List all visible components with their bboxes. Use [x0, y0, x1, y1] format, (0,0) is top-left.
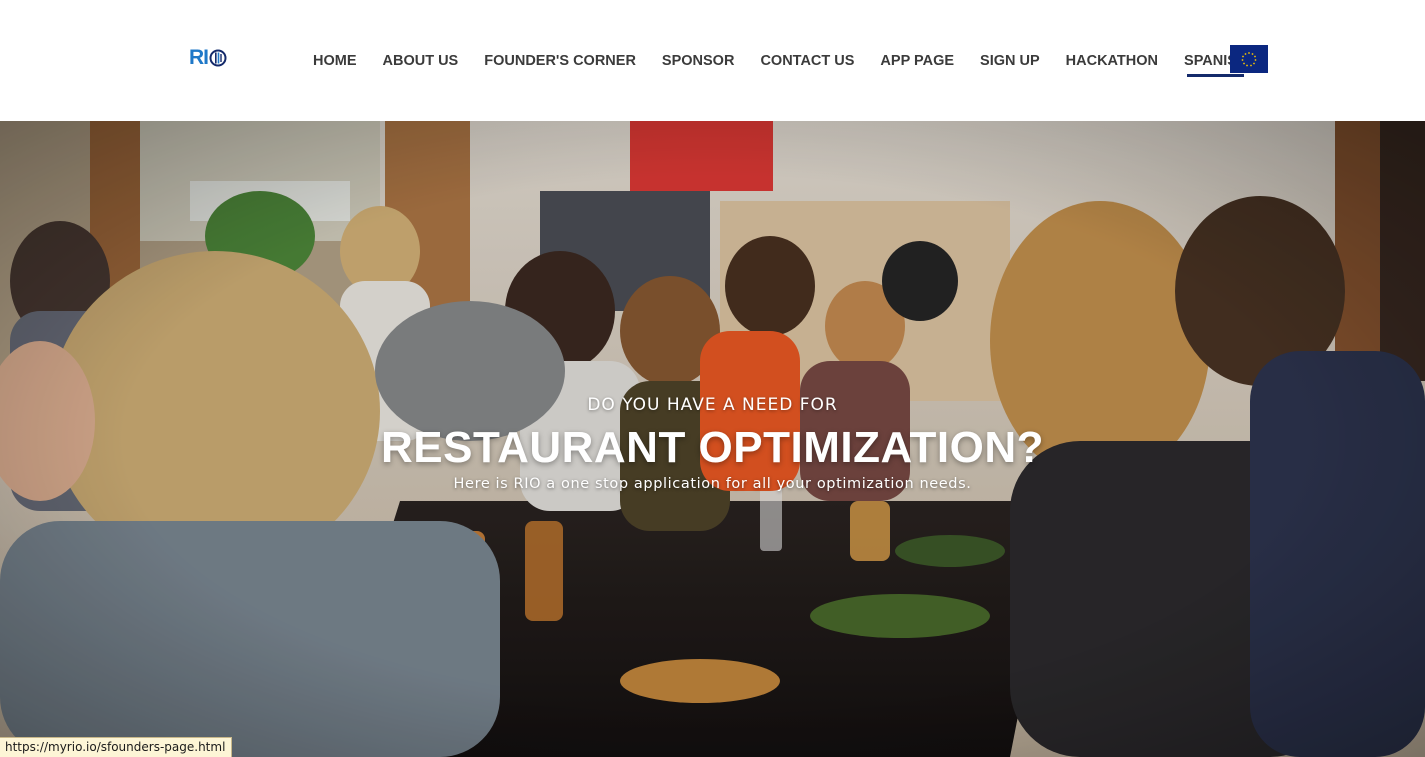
main-nav: HOME ABOUT US FOUNDER'S CORNER SPONSOR C… — [300, 50, 1260, 77]
nav-item-about-us[interactable]: ABOUT US — [370, 50, 472, 72]
site-header: RI HOME ABOUT US FOUNDER'S CORNER SPONSO… — [0, 0, 1425, 121]
eu-flag-icon[interactable] — [1230, 45, 1268, 73]
nav-item-app-page[interactable]: APP PAGE — [867, 50, 967, 72]
nav-item-home[interactable]: HOME — [300, 50, 370, 72]
nav-item-sponsor[interactable]: SPONSOR — [649, 50, 748, 72]
nav-item-founders-corner[interactable]: FOUNDER'S CORNER — [471, 50, 649, 72]
hero-kicker: DO YOU HAVE A NEED FOR — [587, 395, 838, 415]
link-status-bar: https://myrio.io/sfounders-page.html — [0, 737, 233, 757]
page: RI HOME ABOUT US FOUNDER'S CORNER SPONSO… — [0, 0, 1425, 757]
rio-logo[interactable]: RI — [189, 46, 227, 70]
hero-subtitle: Here is RIO a one stop application for a… — [453, 476, 972, 492]
nav-item-hackathon[interactable]: HACKATHON — [1053, 50, 1171, 72]
nav-item-contact-us[interactable]: CONTACT US — [747, 50, 867, 72]
hero-title: RESTAURANT OPTIMIZATION? — [381, 423, 1044, 472]
hero-text-block: DO YOU HAVE A NEED FOR RESTAURANT OPTIMI… — [0, 391, 1425, 495]
nav-item-sign-up[interactable]: SIGN UP — [967, 50, 1053, 72]
hero-section: DO YOU HAVE A NEED FOR RESTAURANT OPTIMI… — [0, 121, 1425, 757]
logo-text: RI — [189, 46, 209, 69]
rio-o-mark-icon — [209, 49, 227, 67]
